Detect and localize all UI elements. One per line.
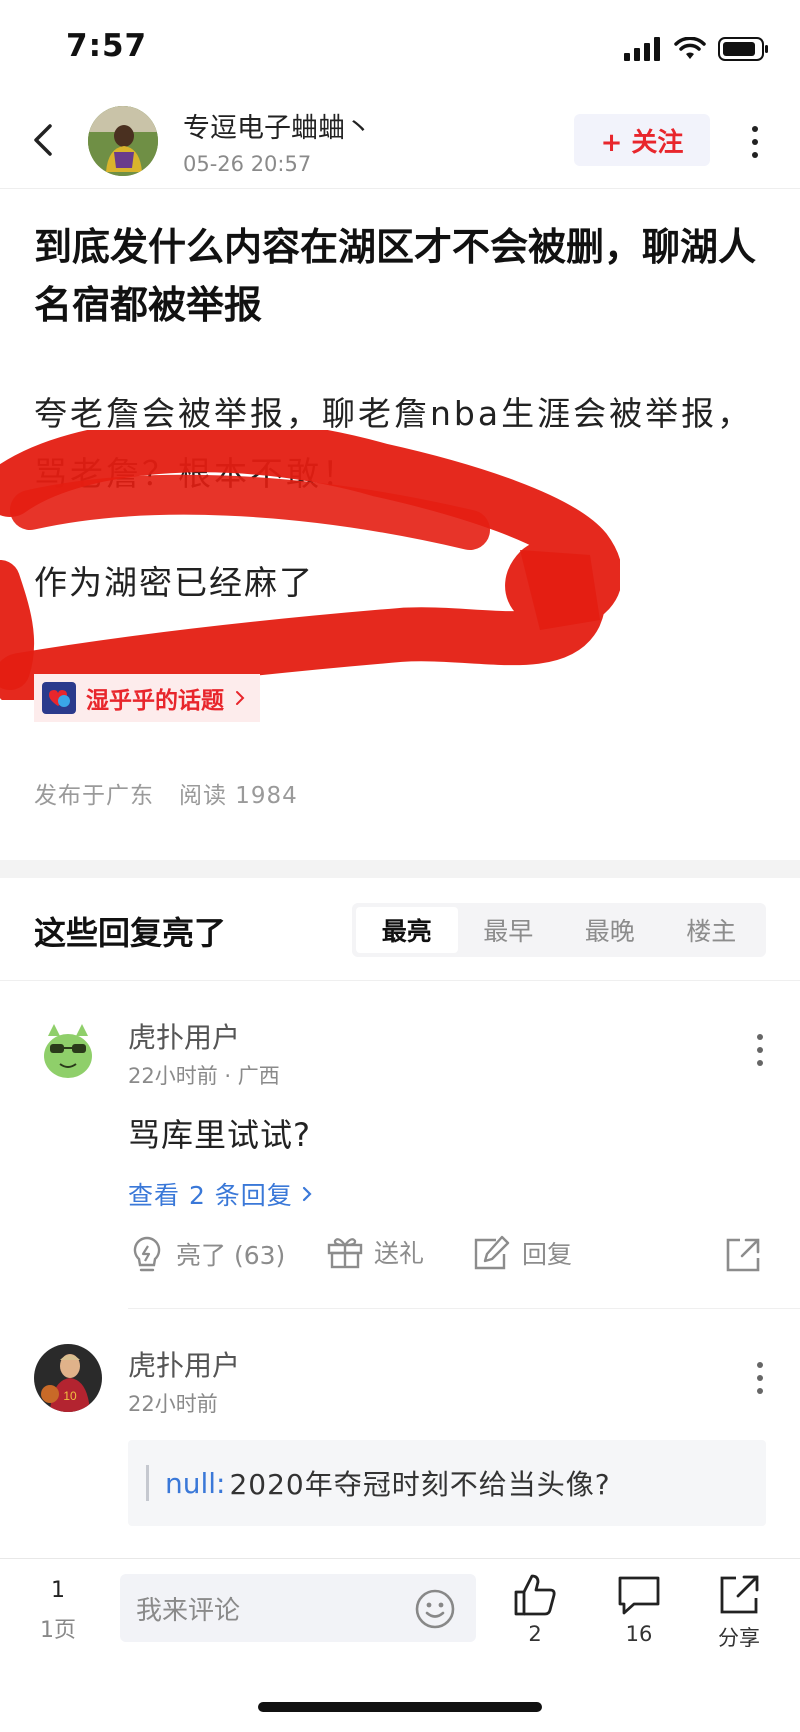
share-button[interactable]: 分享 — [704, 1572, 774, 1652]
section-separator — [0, 860, 800, 878]
sort-tabs: 最亮 最早 最晚 楼主 — [352, 903, 766, 957]
tab-op[interactable]: 楼主 — [661, 907, 763, 953]
share-label: 分享 — [718, 1626, 760, 1650]
emoji-icon[interactable] — [414, 1588, 456, 1630]
post-title: 到底发什么内容在湖区才不会被删，聊湖人名宿都被举报 — [34, 225, 757, 327]
light-button[interactable]: 亮了 (63) — [128, 1234, 285, 1274]
signal-icon — [624, 37, 660, 61]
comment-text: 骂库里试试? — [128, 1116, 311, 1154]
tab-latest[interactable]: 最晚 — [559, 907, 661, 953]
comment-count: 16 — [625, 1622, 653, 1646]
chevron-right-icon — [302, 1186, 312, 1202]
comment-more-icon[interactable] — [753, 1360, 767, 1396]
like-count: 2 — [528, 1622, 542, 1646]
post-meta: 发布于广东 阅读 1984 — [34, 776, 298, 810]
comment-bubble-icon — [618, 1576, 660, 1615]
post-reads: 阅读 1984 — [178, 783, 298, 809]
page-number[interactable]: 1 — [36, 1578, 80, 1603]
like-button[interactable]: 2 — [500, 1572, 570, 1646]
chevron-right-icon — [236, 691, 245, 705]
post-time: 05-26 20:57 — [183, 152, 312, 176]
tab-earliest[interactable]: 最早 — [458, 907, 560, 953]
header-divider — [0, 188, 800, 189]
home-indicator — [258, 1702, 542, 1712]
share-icon — [720, 1575, 759, 1614]
page-label[interactable]: 1页 — [30, 1612, 86, 1644]
comment-user[interactable]: 虎扑用户 — [128, 1016, 240, 1056]
comments-button[interactable]: 16 — [604, 1572, 674, 1646]
post-location: 发布于广东 — [34, 783, 154, 809]
gift-button[interactable]: 送礼 — [326, 1234, 424, 1270]
wifi-icon — [674, 37, 706, 59]
tab-brightest[interactable]: 最亮 — [356, 907, 458, 953]
status-icons — [624, 36, 770, 62]
comment-time: 22小时前 · 广西 — [128, 1064, 280, 1088]
comment-more-icon[interactable] — [753, 1032, 767, 1068]
follow-button[interactable]: + 关注 — [574, 114, 710, 166]
view-replies-link[interactable]: 查看 2 条回复 — [128, 1176, 313, 1212]
comment-divider — [128, 1308, 800, 1309]
thumbs-up-icon — [514, 1574, 556, 1616]
quoted-reply: null: 2020年夺冠时刻不给当头像? — [128, 1440, 766, 1526]
svg-text:10: 10 — [63, 1389, 77, 1403]
quote-user[interactable]: null: — [165, 1467, 225, 1500]
replies-divider — [0, 980, 800, 981]
comment-user[interactable]: 虎扑用户 — [128, 1344, 240, 1384]
gift-icon — [327, 1238, 363, 1269]
back-icon[interactable] — [28, 120, 58, 160]
gift-label: 送礼 — [374, 1239, 425, 1268]
author-avatar[interactable] — [88, 106, 158, 176]
comment-avatar[interactable] — [34, 1016, 102, 1084]
view-replies-label: 查看 2 条回复 — [128, 1181, 293, 1210]
lightbulb-icon — [133, 1236, 161, 1272]
author-name[interactable]: 专逗电子蛐蛐丶 — [183, 106, 372, 145]
topic-tag[interactable]: 湿乎乎的话题 — [34, 674, 260, 722]
light-label: 亮了 (63) — [176, 1241, 286, 1270]
share-icon[interactable] — [724, 1236, 762, 1274]
post-body-line2: 作为湖密已经麻了 — [34, 563, 314, 602]
replies-title: 这些回复亮了 — [34, 914, 227, 952]
topic-label: 湿乎乎的话题 — [86, 688, 224, 714]
post-body-line1: 夸老詹会被举报，聊老詹nba生涯会被举报，骂老詹？根本不敢！ — [34, 394, 754, 493]
reply-label: 回复 — [522, 1240, 573, 1269]
status-time: 7:57 — [66, 28, 148, 64]
edit-icon — [474, 1235, 510, 1270]
quote-text: 2020年夺冠时刻不给当头像? — [229, 1468, 611, 1501]
reply-button[interactable]: 回复 — [472, 1234, 572, 1272]
comment-avatar[interactable]: 10 — [34, 1344, 102, 1412]
topic-icon — [42, 682, 76, 714]
more-icon[interactable] — [748, 124, 762, 160]
battery-icon — [718, 37, 768, 61]
comment-time: 22小时前 — [128, 1392, 218, 1416]
quote-bar — [146, 1465, 149, 1501]
